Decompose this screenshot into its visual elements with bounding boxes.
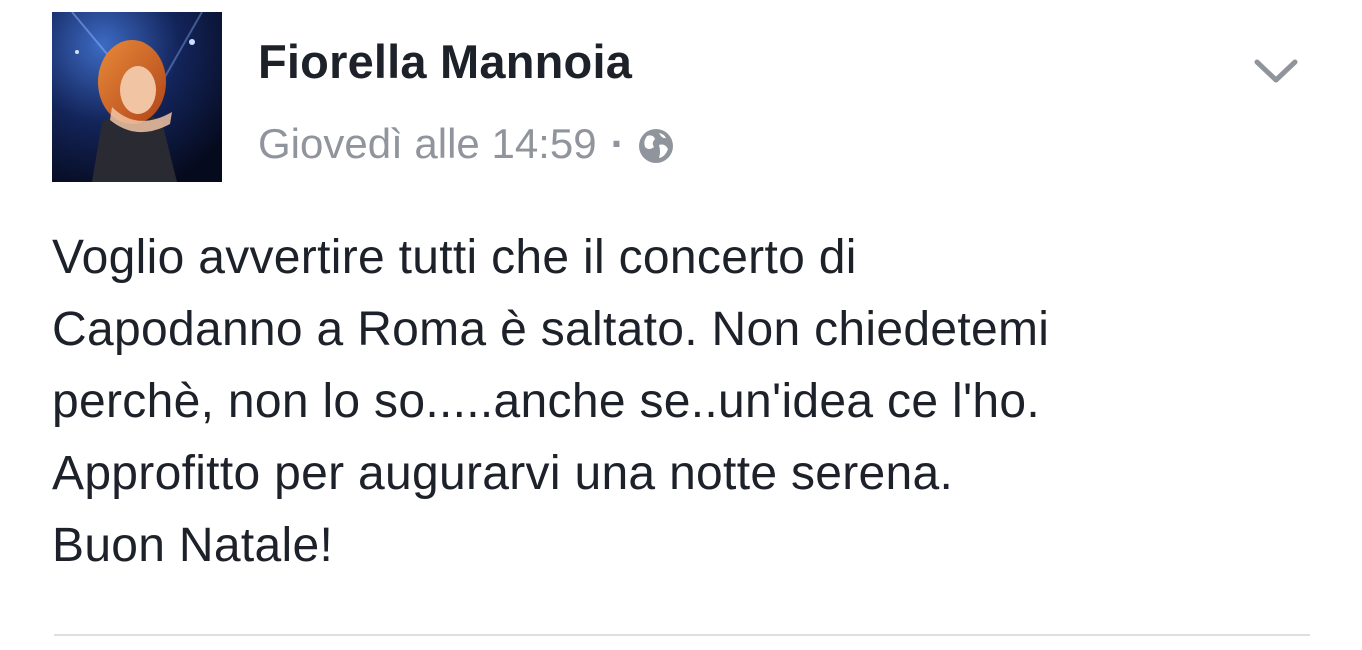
- author-name[interactable]: Fiorella Mannoia: [258, 34, 632, 89]
- post-timestamp[interactable]: Giovedì alle 14:59: [258, 120, 597, 168]
- meta-separator: ·: [610, 120, 625, 167]
- post-options-button[interactable]: [1236, 40, 1316, 104]
- avatar-image: [52, 12, 222, 182]
- post-meta: Giovedì alle 14:59 ·: [258, 118, 675, 170]
- chevron-down-icon: [1254, 59, 1298, 83]
- divider: [54, 634, 1310, 636]
- avatar[interactable]: [52, 12, 222, 182]
- facebook-post: Fiorella Mannoia Giovedì alle 14:59 · Vo…: [0, 0, 1362, 650]
- post-text: Voglio avvertire tutti che il concerto d…: [52, 231, 1050, 572]
- globe-icon[interactable]: [637, 127, 675, 165]
